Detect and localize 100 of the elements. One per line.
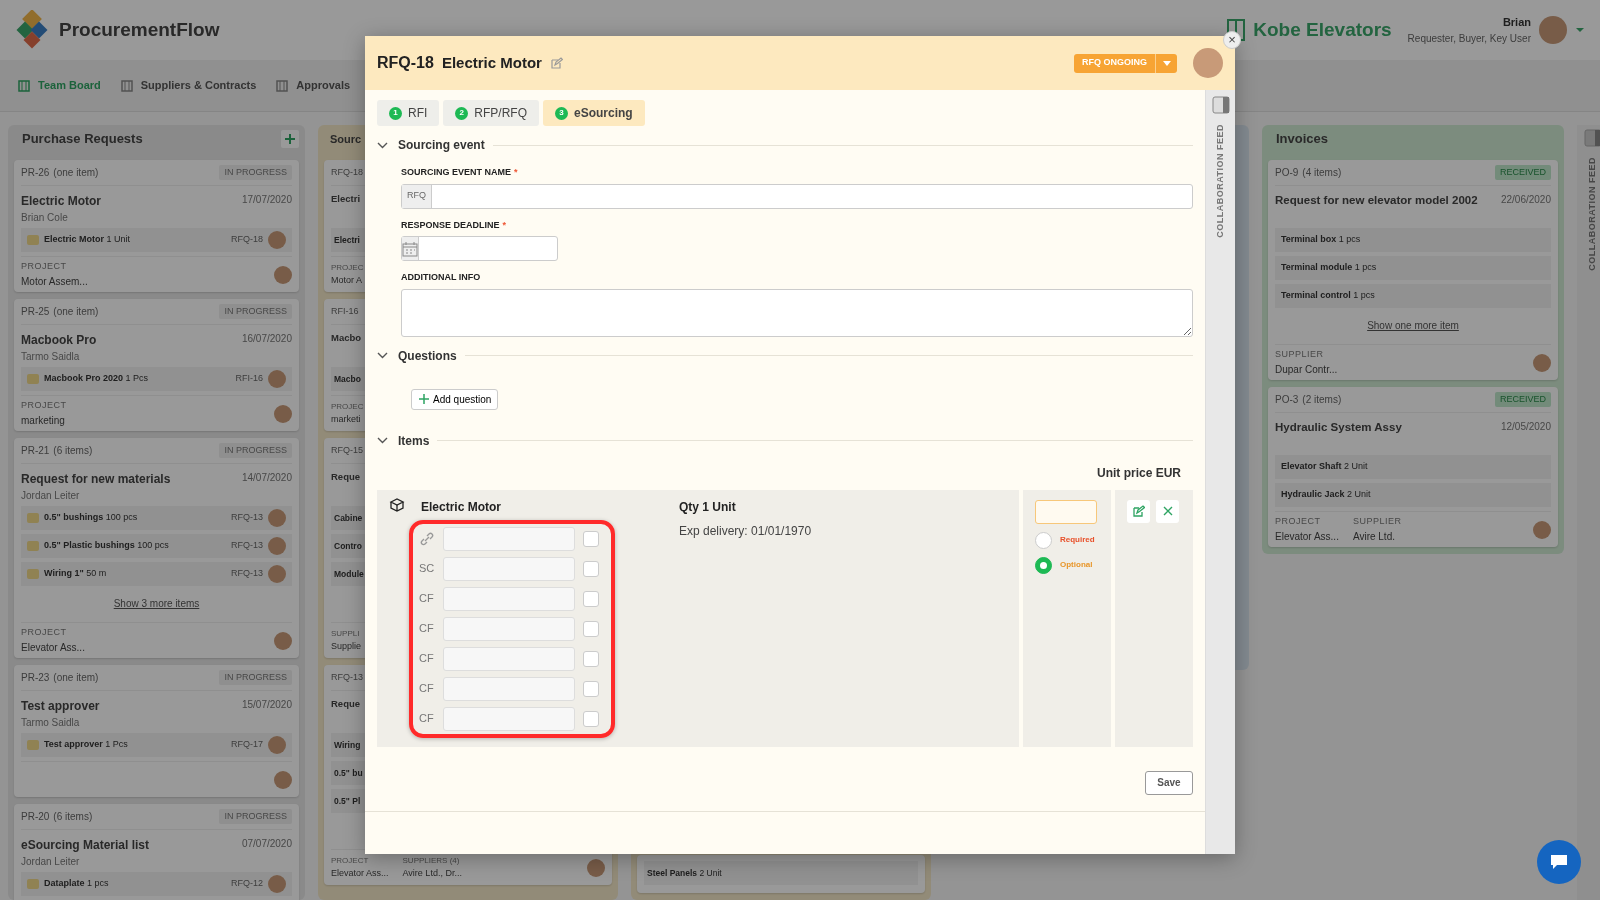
card-code: PR-21: [21, 444, 50, 458]
text-area[interactable]: [401, 288, 1193, 337]
card-code: RFQ-13: [331, 670, 363, 684]
panel-toggle-icon[interactable]: [1584, 129, 1600, 147]
checkbox[interactable]: [583, 560, 599, 577]
price-input[interactable]: [1035, 499, 1097, 524]
checkbox[interactable]: [583, 620, 599, 637]
card-date: 15/07/2020: [241, 698, 292, 712]
column-title: Purchase Requests: [22, 130, 143, 149]
checkbox[interactable]: [583, 710, 599, 727]
footer-value: Motor A: [331, 273, 363, 287]
requester-name: Jordan Leiter: [21, 489, 81, 503]
footer-value: Elevator Ass...: [331, 866, 389, 880]
card-code: PR-26: [21, 166, 50, 180]
save-button[interactable]: Save: [1145, 770, 1193, 795]
step-tab[interactable]: 1 RFI: [377, 100, 440, 126]
board-card[interactable]: PR-25 (one item) IN PROGRESS Macbook Pro 16/07/2020 Tarmo Saidla Macbook Pro 2020 1 Pcs RFI-16 PROJECT marketing: [14, 299, 299, 431]
field-label: RESPONSE DEADLINE: [401, 218, 500, 232]
item-name: Terminal box 1 pcs: [1281, 233, 1361, 247]
text-input[interactable]: [443, 586, 575, 611]
checkbox[interactable]: [583, 650, 599, 667]
avatar: [268, 231, 286, 249]
nav-tab[interactable]: Suppliers & Contracts: [120, 77, 257, 94]
date-input[interactable]: [401, 236, 558, 261]
item-count: (4 items): [1302, 166, 1342, 180]
footer-value: Elevator Ass...: [1275, 529, 1339, 544]
footer-label: PROJECT: [21, 626, 68, 640]
field-code: CF: [419, 591, 435, 607]
column-header: Unit price EUR: [1097, 464, 1181, 482]
item-count: (6 items): [53, 444, 93, 458]
add-question-button[interactable]: Add question: [411, 388, 499, 410]
required-mark: *: [514, 166, 518, 179]
card-date: 14/07/2020: [241, 471, 292, 485]
board-card[interactable]: Steel Panels 2 Unit: [637, 855, 925, 893]
text-input[interactable]: [443, 676, 575, 701]
step-tab[interactable]: 3 eSourcing: [543, 100, 645, 126]
text-input[interactable]: [443, 706, 575, 731]
item-count: (6 items): [53, 810, 93, 824]
show-more-link[interactable]: Show one more item: [1275, 312, 1551, 344]
dropdown-button[interactable]: [1155, 53, 1177, 73]
chevron-icon: [377, 352, 388, 359]
card-code: PR-20: [21, 810, 50, 824]
box-icon: [389, 497, 405, 512]
avatar: [274, 404, 292, 423]
add-icon[interactable]: [281, 130, 299, 148]
box-icon: [27, 740, 39, 750]
nav-tab[interactable]: Approvals: [276, 77, 351, 94]
item-name: 0.5" Plastic bushings 100 pcs: [44, 539, 169, 553]
board-card[interactable]: PR-26 (one item) IN PROGRESS Electric Motor 17/07/2020 Brian Cole Electric Motor 1 Unit RFQ-18 PROJECT Motor Assem...: [14, 160, 299, 292]
board-card[interactable]: PO-3 (2 items) RECEIVED Hydraulic System Assy 12/05/2020 Elevator Shaft 2 Unit Hydraulic Jack 2 Unit PROJECT Elevator Ass... SUPPLIER Avire Ltd.: [1268, 387, 1558, 547]
plus-icon: [418, 393, 430, 405]
calendar-icon: [402, 240, 418, 257]
status-badge: RECEIVED: [1495, 164, 1551, 181]
delete-button[interactable]: [1156, 499, 1179, 523]
text-input[interactable]: [443, 556, 575, 581]
field-code: CF: [419, 711, 435, 727]
field-code: CF: [419, 621, 435, 637]
card-date: 16/07/2020: [241, 332, 292, 346]
box-icon: [27, 569, 39, 579]
item-name: Electric Motor 1 Unit: [44, 233, 131, 247]
company-name: Kobe Elevators: [1253, 17, 1392, 42]
section-header[interactable]: Sourcing event: [377, 136, 485, 154]
rfq-title: Electric Motor: [441, 52, 542, 73]
link-icon: [419, 531, 435, 548]
text-input[interactable]: [443, 646, 575, 671]
avatar: [587, 858, 605, 877]
checkbox[interactable]: [583, 680, 599, 697]
board-card[interactable]: PR-23 (one item) IN PROGRESS Test approver 15/07/2020 Tarmo Saidla Test approver 1 Pcs RFQ-17: [14, 665, 299, 797]
panel-toggle-icon[interactable]: [1211, 96, 1230, 114]
building-icon: [1227, 19, 1246, 41]
checkbox[interactable]: [583, 530, 599, 547]
board-card[interactable]: [14, 438, 299, 658]
text-input[interactable]: [443, 526, 575, 551]
section-header[interactable]: Items: [377, 431, 430, 450]
card-title: Test approver: [21, 698, 100, 715]
box-icon: [27, 541, 39, 551]
card-title: Request for new materials: [21, 471, 171, 488]
app-name: ProcurementFlow: [59, 17, 220, 42]
radio-option[interactable]: Required: [1035, 531, 1099, 549]
show-more-link[interactable]: Show 3 more items: [21, 590, 292, 622]
caret-icon[interactable]: [1575, 27, 1585, 33]
board-card[interactable]: PR-20 (6 items) IN PROGRESS eSourcing Material list 07/07/2020 Jordan Leiter Dataplate 1 pcs RFQ-12: [14, 804, 299, 900]
status-badge: IN PROGRESS: [219, 442, 292, 459]
edit-icon[interactable]: [549, 57, 563, 69]
card-date: 17/07/2020: [241, 193, 292, 207]
edit-button[interactable]: [1127, 499, 1150, 523]
board-card[interactable]: PO-9 (4 items) RECEIVED Request for new elevator model 2002 22/06/2020 Terminal box 1 pcs Terminal module 1 pcs Terminal control 1 pcs Show one more item SUPPLIER Dupar Contr...: [1268, 160, 1558, 380]
rfq-code: RFQ-18: [377, 53, 434, 73]
avatar: [1533, 520, 1551, 539]
status-badge: RECEIVED: [1495, 391, 1551, 408]
footer-label: PROJEC: [331, 261, 364, 274]
avatar: [1193, 48, 1223, 78]
step-tab[interactable]: 2 RFP/RFQ: [443, 100, 539, 126]
checkbox[interactable]: [583, 590, 599, 607]
text-input[interactable]: [443, 616, 575, 641]
text-input[interactable]: RFQ: [401, 183, 1193, 209]
avatar: [268, 875, 286, 893]
section-header[interactable]: Questions: [377, 346, 457, 365]
avatar[interactable]: [1539, 16, 1567, 44]
requester-name: Brian Cole: [21, 211, 69, 225]
